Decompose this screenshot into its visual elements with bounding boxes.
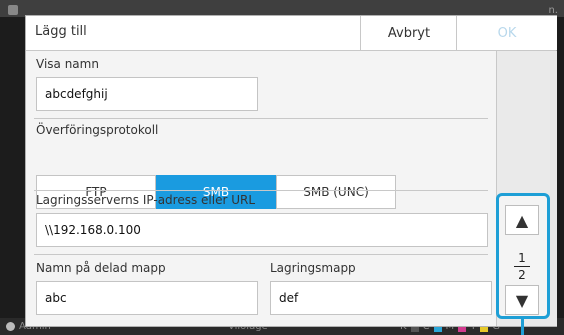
cancel-button[interactable]: Avbryt — [360, 16, 457, 50]
user-icon — [6, 322, 15, 331]
shared-folder-label: Namn på delad mapp — [36, 261, 166, 275]
triangle-down-icon: ▼ — [515, 290, 529, 310]
separator — [34, 190, 488, 191]
display-name-label: Visa namn — [36, 57, 99, 71]
page-total: 2 — [518, 267, 526, 282]
display-name-field[interactable]: abcdefghij — [36, 77, 258, 111]
ok-button[interactable]: OK — [456, 16, 557, 50]
protocol-label: Överföringsprotokoll — [36, 123, 159, 137]
protocol-smb-unc-button[interactable]: SMB (UNC) — [276, 175, 396, 209]
server-label: Lagringsserverns IP-adress eller URL — [36, 193, 256, 207]
callout-line — [521, 318, 524, 335]
dialog-header: Lägg till Avbryt OK — [26, 16, 557, 51]
dialog-title: Lägg till — [35, 24, 87, 39]
triangle-up-icon: ▲ — [515, 210, 529, 230]
add-dialog: Lägg till Avbryt OK Visa namn abcdefghij… — [25, 15, 557, 327]
storage-folder-label: Lagringsmapp — [270, 261, 356, 275]
dialog-content: Visa namn abcdefghij Överföringsprotokol… — [26, 51, 496, 326]
scroll-down-button[interactable]: ▼ — [505, 285, 539, 315]
page-indicator: 1 2 — [505, 248, 539, 284]
background-menu-icon — [8, 5, 18, 15]
separator — [34, 118, 488, 119]
shared-folder-field[interactable]: abc — [36, 281, 258, 315]
page-current: 1 — [518, 250, 526, 265]
storage-folder-field[interactable]: def — [270, 281, 492, 315]
screen-frame: n. Admin Viloläge K C M Y G Lägg till Av… — [0, 0, 564, 335]
fraction-bar — [514, 265, 530, 267]
scroll-up-button[interactable]: ▲ — [505, 205, 539, 235]
separator — [34, 254, 488, 255]
server-address-field[interactable]: \\192.168.0.100 — [36, 213, 488, 247]
